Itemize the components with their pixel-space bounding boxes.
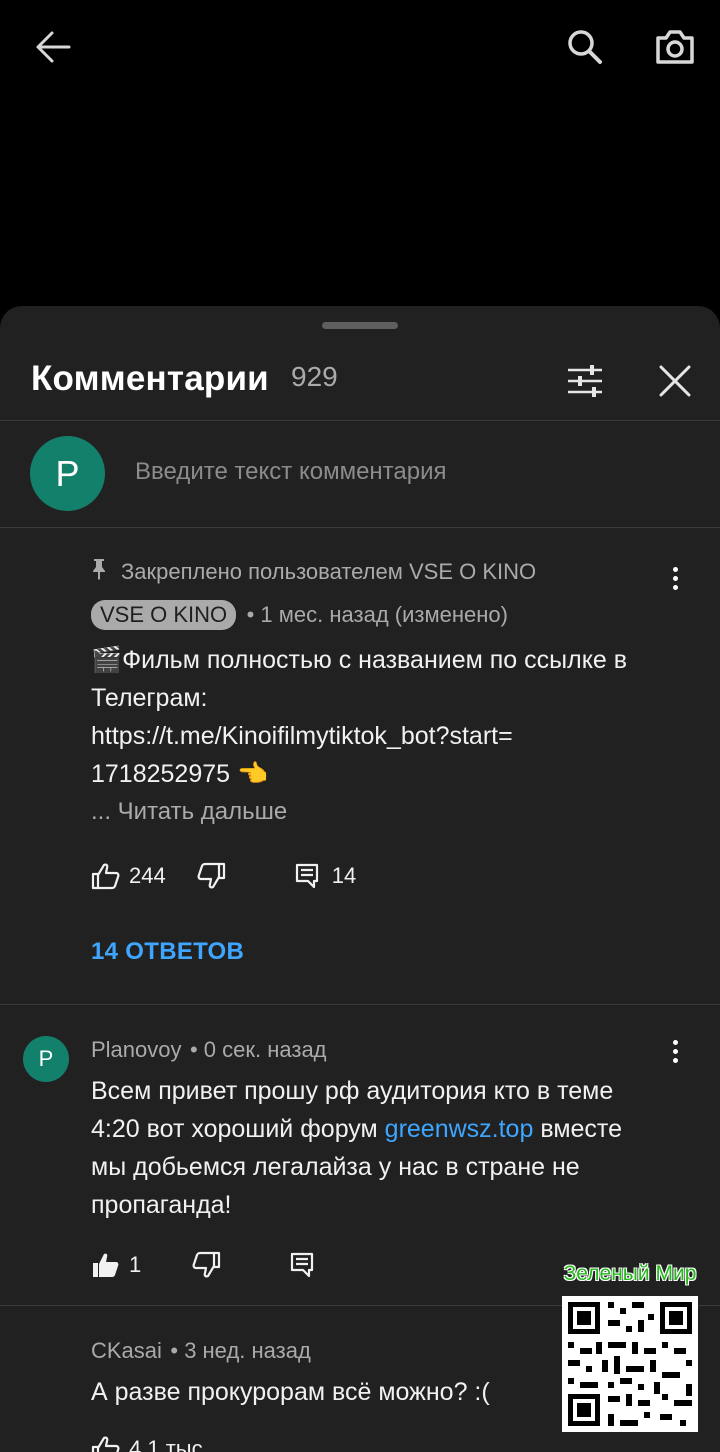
sort-filter-icon[interactable]: [560, 356, 610, 406]
commenter-avatar[interactable]: P: [23, 1036, 69, 1082]
comment-time: • 0 сек. назад: [189, 1037, 327, 1062]
comment-text: Всем привет прошу рф аудитория кто в тем…: [91, 1072, 701, 1224]
comment-line: А разве прокурорам всё можно? :(: [91, 1378, 490, 1406]
user-avatar: P: [30, 436, 105, 511]
close-icon[interactable]: [650, 356, 700, 406]
search-icon[interactable]: [560, 22, 610, 72]
comments-header: Комментарии 929: [0, 346, 720, 421]
pinned-actions: 244 14: [91, 858, 356, 894]
like-filled-icon[interactable]: [91, 1250, 121, 1280]
more-options-icon[interactable]: [660, 1031, 690, 1071]
comment-time: • 1 мес. назад (изменено): [246, 602, 508, 627]
reply-count: 14: [331, 863, 357, 888]
watermark-label: Зеленый Мир: [563, 1262, 697, 1285]
reply-icon[interactable]: [289, 1251, 317, 1279]
comment-line: Телеграм:: [91, 684, 208, 712]
camera-icon[interactable]: [648, 22, 702, 72]
comment-input[interactable]: Введите текст комментария: [135, 458, 447, 486]
like-count: 1: [129, 1252, 142, 1277]
reply-icon[interactable]: [294, 862, 322, 890]
pin-icon: [91, 558, 113, 585]
comment-line: мы добьемся легалайза у нас в стране не: [91, 1153, 580, 1181]
pinned-comment: Закреплено пользователем VSE O KINO VSE …: [0, 528, 720, 1005]
back-arrow-icon[interactable]: [28, 24, 78, 70]
pinned-row: Закреплено пользователем VSE O KINO: [91, 558, 536, 585]
dislike-icon[interactable]: [196, 861, 226, 891]
view-replies-link[interactable]: 14 ОТВЕТОВ: [91, 938, 244, 966]
comment-actions: 4,1 тыс.: [91, 1431, 209, 1452]
author-chip[interactable]: VSE O KINO: [91, 600, 237, 630]
comment-line: https://t.me/Kinoifilmytiktok_bot?start=: [91, 722, 513, 750]
qr-code-image: [562, 1296, 698, 1432]
drag-handle[interactable]: [322, 322, 398, 329]
comment-time: • 3 нед. назад: [170, 1338, 311, 1363]
comment-line: 4:20 вот хороший форум greenwsz.top вмес…: [91, 1110, 701, 1148]
pinned-label: Закреплено пользователем VSE O KINO: [121, 558, 537, 584]
comment-author[interactable]: CKasai: [91, 1338, 162, 1363]
comments-count: 929: [291, 361, 338, 392]
watermark-overlay: Зеленый Мир: [560, 1262, 700, 1434]
comment-item: P Planovoy • 0 сек. назад Всем привет пр…: [0, 1005, 720, 1306]
video-top-bar: [0, 0, 720, 100]
more-options-icon[interactable]: [660, 558, 690, 598]
read-more-link[interactable]: ... Читать дальше: [91, 793, 691, 831]
comment-text-segment: вместе: [533, 1115, 622, 1143]
comment-actions: 1: [91, 1247, 317, 1283]
comment-author[interactable]: Planovoy: [91, 1037, 182, 1062]
comment-line: Всем привет прошу рф аудитория кто в тем…: [91, 1077, 614, 1105]
comment-line: пропаганда!: [91, 1191, 232, 1219]
comment-meta: Planovoy • 0 сек. назад: [91, 1037, 327, 1063]
comment-link[interactable]: greenwsz.top: [385, 1115, 534, 1143]
pinned-meta-row: VSE O KINO • 1 мес. назад (изменено): [91, 600, 508, 630]
like-icon[interactable]: [91, 861, 121, 891]
comment-line: 1718252975 👈: [91, 760, 269, 788]
comment-text-segment: 4:20 вот хороший форум: [91, 1115, 385, 1143]
like-count: 4,1 тыс.: [129, 1436, 209, 1452]
like-icon[interactable]: [91, 1434, 121, 1452]
pinned-comment-text: 🎬Фильм полностью с названием по ссылке в…: [91, 641, 691, 831]
comment-meta: CKasai • 3 нед. назад: [91, 1338, 311, 1364]
comments-title: Комментарии: [31, 359, 269, 398]
dislike-icon[interactable]: [191, 1250, 221, 1280]
like-count: 244: [129, 863, 166, 888]
comment-line: 🎬Фильм полностью с названием по ссылке в: [91, 646, 628, 674]
comment-compose: P Введите текст комментария: [0, 421, 720, 528]
